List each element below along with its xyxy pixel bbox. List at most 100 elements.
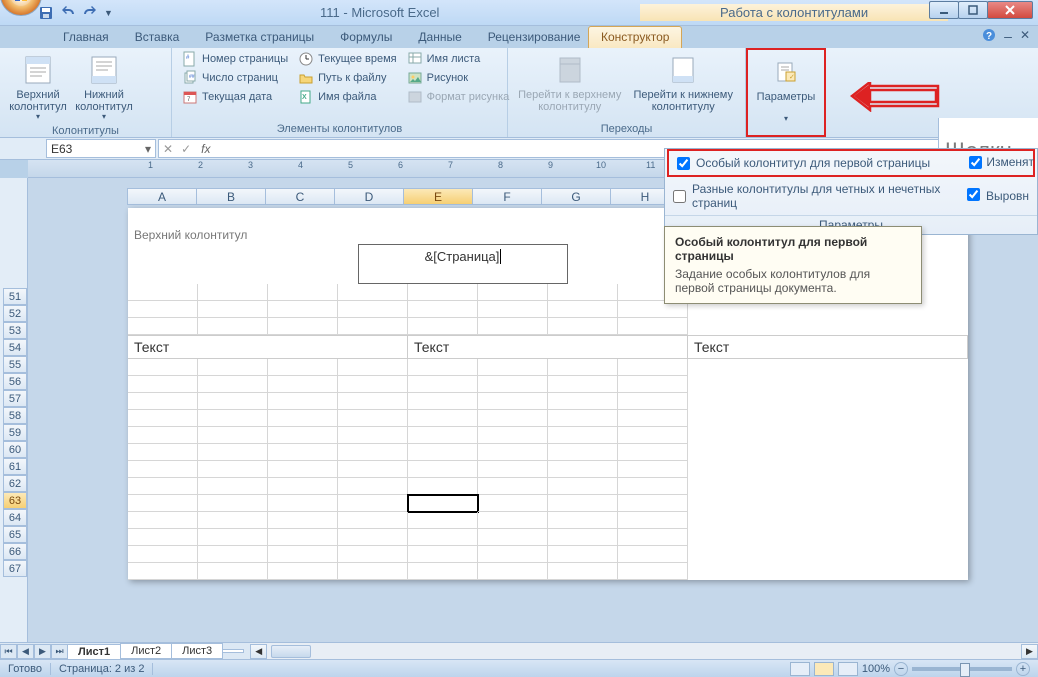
sheet-name-button[interactable]: Имя листа — [403, 50, 514, 68]
col-header[interactable]: C — [265, 188, 335, 205]
text-cell[interactable]: Текст — [128, 336, 408, 358]
picture-button[interactable]: Рисунок — [403, 69, 514, 87]
text-cell[interactable]: Текст — [408, 336, 688, 358]
row-header[interactable]: 60 — [3, 441, 27, 458]
enter-icon[interactable]: ✓ — [177, 142, 195, 156]
row-header[interactable]: 62 — [3, 475, 27, 492]
goto-footer-button[interactable]: Перейти к нижнему колонтитулу — [628, 50, 740, 115]
undo-icon[interactable] — [60, 6, 76, 20]
checkbox-scale[interactable] — [969, 156, 982, 169]
qat-dropdown-icon[interactable]: ▼ — [104, 8, 113, 18]
tab-next-icon[interactable]: ▶ — [34, 644, 51, 659]
tab-last-icon[interactable]: ⏭ — [51, 644, 68, 659]
tab-prev-icon[interactable]: ◀ — [17, 644, 34, 659]
header-button[interactable]: Верхний колонтитул ▾ — [6, 50, 70, 124]
annotation-arrow — [850, 82, 940, 112]
name-box[interactable]: E63▾ — [46, 139, 156, 158]
row-header[interactable]: 63 — [3, 492, 27, 509]
tab-data[interactable]: Данные — [405, 26, 474, 48]
page-count-button[interactable]: ##Число страниц — [178, 69, 292, 87]
row-header[interactable]: 61 — [3, 458, 27, 475]
sheet-tab[interactable]: Лист2 — [120, 643, 172, 659]
file-path-button[interactable]: Путь к файлу — [294, 69, 400, 87]
options-button[interactable]: ✓ Параметры▾ — [754, 52, 818, 126]
col-header[interactable]: B — [196, 188, 266, 205]
zoom-in-icon[interactable]: + — [1016, 662, 1030, 676]
row-header[interactable]: 51 — [3, 288, 27, 305]
group-label: Переходы — [514, 122, 739, 137]
goto-footer-icon — [667, 54, 699, 86]
current-date-button[interactable]: 7Текущая дата — [178, 88, 292, 106]
new-sheet-tab[interactable] — [222, 649, 244, 653]
cancel-icon[interactable]: ✕ — [159, 142, 177, 156]
tab-home[interactable]: Главная — [50, 26, 122, 48]
row-header[interactable]: 64 — [3, 509, 27, 526]
checkbox-align[interactable] — [967, 188, 980, 201]
tooltip-title: Особый колонтитул для первой страницы — [675, 235, 911, 263]
text-cell[interactable]: Текст — [688, 336, 968, 358]
help-icon[interactable]: ? — [982, 28, 996, 45]
row-header[interactable]: 66 — [3, 543, 27, 560]
tab-design[interactable]: Конструктор — [588, 26, 682, 48]
zoom-slider[interactable] — [912, 667, 1012, 671]
page-number-button[interactable]: #Номер страницы — [178, 50, 292, 68]
status-page: Страница: 2 из 2 — [51, 663, 154, 675]
tab-insert[interactable]: Вставка — [122, 26, 193, 48]
col-header[interactable]: G — [541, 188, 611, 205]
doc-close-icon[interactable]: ✕ — [1020, 28, 1030, 45]
scroll-right-icon[interactable]: ▶ — [1021, 644, 1038, 659]
col-header[interactable]: D — [334, 188, 404, 205]
zoom-level: 100% — [862, 663, 890, 675]
file-name-button[interactable]: XИмя файла — [294, 88, 400, 106]
checkbox-odd-even[interactable] — [673, 190, 686, 203]
horizontal-scrollbar[interactable]: ◀ ▶ — [250, 643, 1038, 659]
row-header[interactable]: 52 — [3, 305, 27, 322]
zoom-out-icon[interactable]: − — [894, 662, 908, 676]
minimize-ribbon-icon[interactable]: – — [1004, 28, 1012, 45]
save-icon[interactable] — [38, 5, 54, 21]
minimize-button[interactable] — [929, 1, 959, 19]
goto-header-button: Перейти к верхнему колонтитулу — [514, 50, 626, 115]
sheet-tab[interactable]: Лист1 — [67, 644, 121, 660]
maximize-button[interactable] — [958, 1, 988, 19]
row-header[interactable]: 59 — [3, 424, 27, 441]
header-center-field[interactable]: &[Страница] — [358, 244, 568, 284]
row-header[interactable]: 56 — [3, 373, 27, 390]
col-header[interactable]: E — [403, 188, 473, 205]
row-header[interactable]: 58 — [3, 407, 27, 424]
fx-icon[interactable]: fx — [195, 142, 216, 156]
tab-pagelayout[interactable]: Разметка страницы — [192, 26, 327, 48]
active-cell[interactable] — [408, 495, 478, 512]
col-header[interactable]: A — [127, 188, 197, 205]
scroll-thumb[interactable] — [271, 645, 311, 658]
svg-text:##: ## — [189, 74, 195, 80]
option-odd-even[interactable]: Разные колонтитулы для четных и нечетных… — [665, 177, 1037, 215]
row-header[interactable]: 54 — [3, 339, 27, 356]
row-header[interactable]: 53 — [3, 322, 27, 339]
close-button[interactable] — [987, 1, 1033, 19]
view-normal-icon[interactable] — [790, 662, 810, 676]
footer-button[interactable]: Нижний колонтитул ▾ — [72, 50, 136, 124]
options-icon: ✓ — [770, 56, 802, 88]
footer-icon — [88, 54, 120, 86]
tab-formulas[interactable]: Формулы — [327, 26, 405, 48]
tab-review[interactable]: Рецензирование — [475, 26, 594, 48]
row-header[interactable]: 65 — [3, 526, 27, 543]
row-header[interactable]: 55 — [3, 356, 27, 373]
row-header[interactable]: 57 — [3, 390, 27, 407]
col-header[interactable]: F — [472, 188, 542, 205]
sheet-tab[interactable]: Лист3 — [171, 643, 223, 659]
tab-first-icon[interactable]: ⏮ — [0, 644, 17, 659]
scroll-left-icon[interactable]: ◀ — [250, 644, 267, 659]
current-time-button[interactable]: Текущее время — [294, 50, 400, 68]
row-header[interactable]: 67 — [3, 560, 27, 577]
view-pagebreak-icon[interactable] — [838, 662, 858, 676]
office-button[interactable] — [0, 0, 42, 16]
view-pagelayout-icon[interactable] — [814, 662, 834, 676]
ribbon-tabs: Главная Вставка Разметка страницы Формул… — [0, 26, 1038, 48]
quick-access-toolbar: ▼ — [38, 5, 113, 21]
checkbox-first-page[interactable] — [677, 157, 690, 170]
chevron-down-icon[interactable]: ▾ — [145, 142, 151, 156]
redo-icon[interactable] — [82, 6, 98, 20]
format-picture-button: Формат рисунка — [403, 88, 514, 106]
